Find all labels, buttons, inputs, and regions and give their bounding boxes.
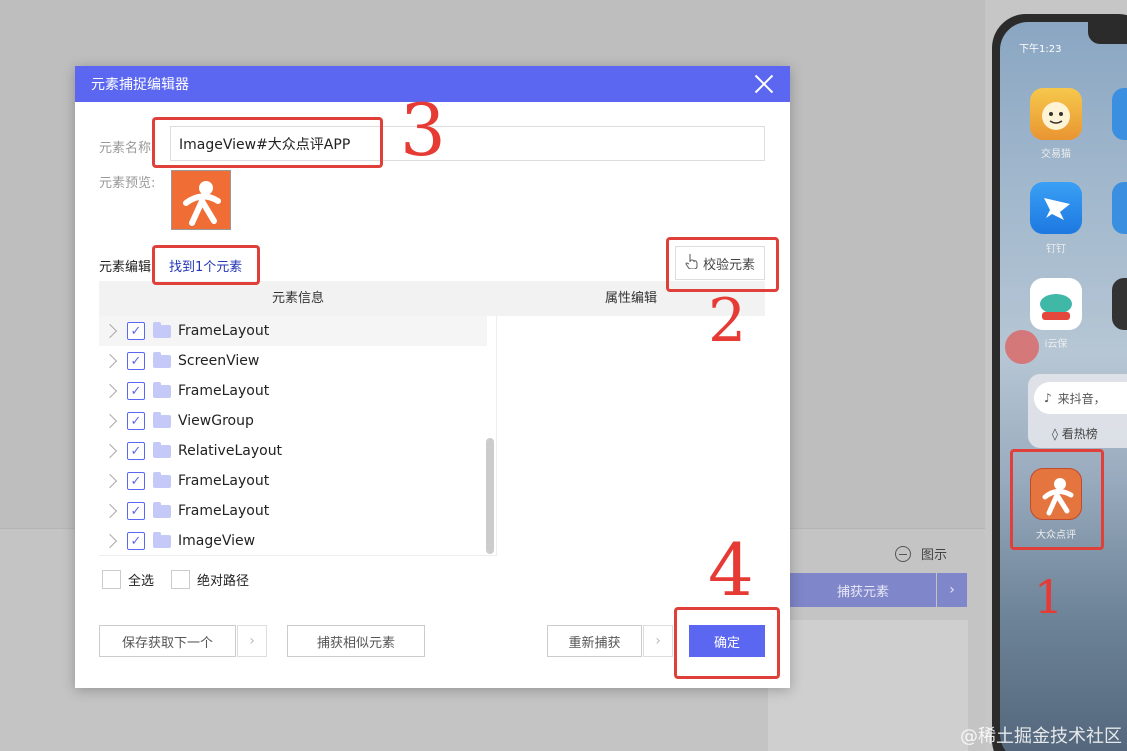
folder-icon — [153, 411, 171, 428]
chevron-right-icon[interactable] — [102, 443, 118, 459]
select-all-option[interactable]: 全选 — [102, 570, 154, 589]
douyin-icon: ♪ — [1044, 391, 1052, 405]
app-icon-partial[interactable] — [1112, 88, 1127, 140]
tree-row[interactable]: ✓ FrameLayout — [99, 316, 487, 346]
tree-node-label: FrameLayout — [178, 503, 270, 519]
element-tree: ✓ FrameLayout ✓ ScreenView ✓ FrameLayout… — [99, 316, 497, 556]
tree-row[interactable]: ✓ FrameLayout — [99, 466, 496, 496]
annotation-box-verify — [666, 237, 779, 292]
background-side-panel — [768, 620, 968, 751]
close-icon[interactable] — [754, 74, 774, 94]
app-icon-dingding[interactable] — [1030, 182, 1082, 234]
folder-icon — [153, 471, 171, 488]
tree-row[interactable]: ✓ FrameLayout — [99, 376, 496, 406]
capture-similar-button[interactable]: 捕获相似元素 — [287, 625, 425, 657]
element-preview-image — [171, 170, 231, 230]
column-element-info: 元素信息 — [271, 291, 324, 306]
app-label: 钉钉 — [1046, 244, 1066, 255]
chevron-right-icon[interactable] — [102, 473, 118, 489]
screen-record-icon[interactable] — [1005, 330, 1039, 364]
tree-scrollbar[interactable] — [486, 438, 494, 554]
dialog-title: 元素捕捉编辑器 — [91, 77, 189, 93]
checkbox-checked[interactable]: ✓ — [127, 442, 145, 460]
folder-icon — [153, 381, 171, 398]
element-preview-label: 元素预览: — [99, 176, 156, 191]
chevron-right-icon[interactable] — [102, 323, 118, 339]
annotation-number-3: 3 — [400, 88, 446, 172]
app-icon-jiaoyimao[interactable] — [1030, 88, 1082, 140]
checkbox-checked[interactable]: ✓ — [127, 532, 145, 550]
tree-node-label: FrameLayout — [178, 383, 270, 399]
app-label: 交易猫 — [1041, 149, 1071, 160]
element-edit-label: 元素编辑: — [99, 260, 156, 275]
recapture-button[interactable]: 重新捕获 — [547, 625, 642, 657]
annotation-number-2: 2 — [708, 286, 747, 356]
douyin-hot-label: 看热榜 — [1061, 427, 1098, 441]
absolute-path-label: 绝对路径 — [197, 574, 250, 589]
folder-icon — [153, 351, 171, 368]
tree-node-label: ScreenView — [178, 353, 260, 369]
chevron-right-icon[interactable] — [102, 383, 118, 399]
douyin-search-text: 来抖音， — [1057, 391, 1106, 406]
folder-icon — [153, 531, 171, 548]
select-all-checkbox[interactable] — [102, 570, 121, 589]
fire-icon: ◊ — [1052, 427, 1058, 441]
tree-row[interactable]: ✓ ScreenView — [99, 346, 496, 376]
tree-node-label: FrameLayout — [178, 473, 270, 489]
checkbox-checked[interactable]: ✓ — [127, 472, 145, 490]
tree-row[interactable]: ✓ ImageView — [99, 526, 496, 555]
chevron-right-icon[interactable] — [102, 503, 118, 519]
background-diagram-toggle[interactable]: 图示 — [895, 544, 947, 563]
app-icon-yunbao[interactable] — [1030, 278, 1082, 330]
tree-row[interactable]: ✓ RelativeLayout — [99, 436, 496, 466]
annotation-box-name — [152, 117, 383, 168]
checkbox-checked[interactable]: ✓ — [127, 502, 145, 520]
folder-icon — [153, 501, 171, 518]
save-next-more-button[interactable]: › — [237, 625, 267, 657]
annotation-number-4: 4 — [708, 528, 754, 612]
chevron-right-icon[interactable] — [102, 413, 118, 429]
app-icon-partial[interactable] — [1112, 182, 1127, 234]
select-all-label: 全选 — [128, 574, 155, 589]
phone-status-time: 下午1:23 — [1019, 44, 1062, 55]
tree-node-label: FrameLayout — [178, 323, 270, 339]
background-capture-button[interactable]: 捕获元素 — [790, 573, 936, 607]
absolute-path-checkbox[interactable] — [171, 570, 190, 589]
watermark: @稀土掘金技术社区 — [960, 726, 1122, 747]
checkbox-checked[interactable]: ✓ — [127, 382, 145, 400]
annotation-box-phone-app — [1010, 449, 1104, 550]
element-name-label: 元素名称: — [99, 141, 156, 156]
diagram-label: 图示 — [921, 548, 948, 563]
tree-row[interactable]: ✓ ViewGroup — [99, 406, 496, 436]
app-icon-partial[interactable] — [1112, 278, 1127, 330]
save-and-next-button[interactable]: 保存获取下一个 — [99, 625, 236, 657]
checkbox-checked[interactable]: ✓ — [127, 322, 145, 340]
chevron-right-icon[interactable] — [102, 533, 118, 549]
recapture-more-button[interactable]: › — [643, 625, 673, 657]
phone-notch — [1088, 16, 1127, 44]
folder-icon — [153, 321, 171, 338]
annotation-number-1: 1 — [1034, 570, 1064, 624]
folder-icon — [153, 441, 171, 458]
tree-row[interactable]: ✓ FrameLayout — [99, 496, 496, 526]
douyin-hot-list[interactable]: ◊ 看热榜 — [1052, 425, 1098, 442]
background-capture-arrow[interactable]: › — [937, 573, 967, 607]
tree-node-label: ImageView — [178, 533, 256, 549]
chevron-right-icon[interactable] — [102, 353, 118, 369]
tree-node-label: ViewGroup — [178, 413, 254, 429]
douyin-search-pill[interactable]: ♪ 来抖音， — [1034, 382, 1127, 414]
checkbox-checked[interactable]: ✓ — [127, 412, 145, 430]
collapse-icon — [895, 545, 911, 562]
absolute-path-option[interactable]: 绝对路径 — [171, 570, 249, 589]
annotation-box-confirm — [674, 607, 780, 679]
checkbox-checked[interactable]: ✓ — [127, 352, 145, 370]
tree-node-label: RelativeLayout — [178, 443, 283, 459]
annotation-box-found — [152, 245, 260, 285]
